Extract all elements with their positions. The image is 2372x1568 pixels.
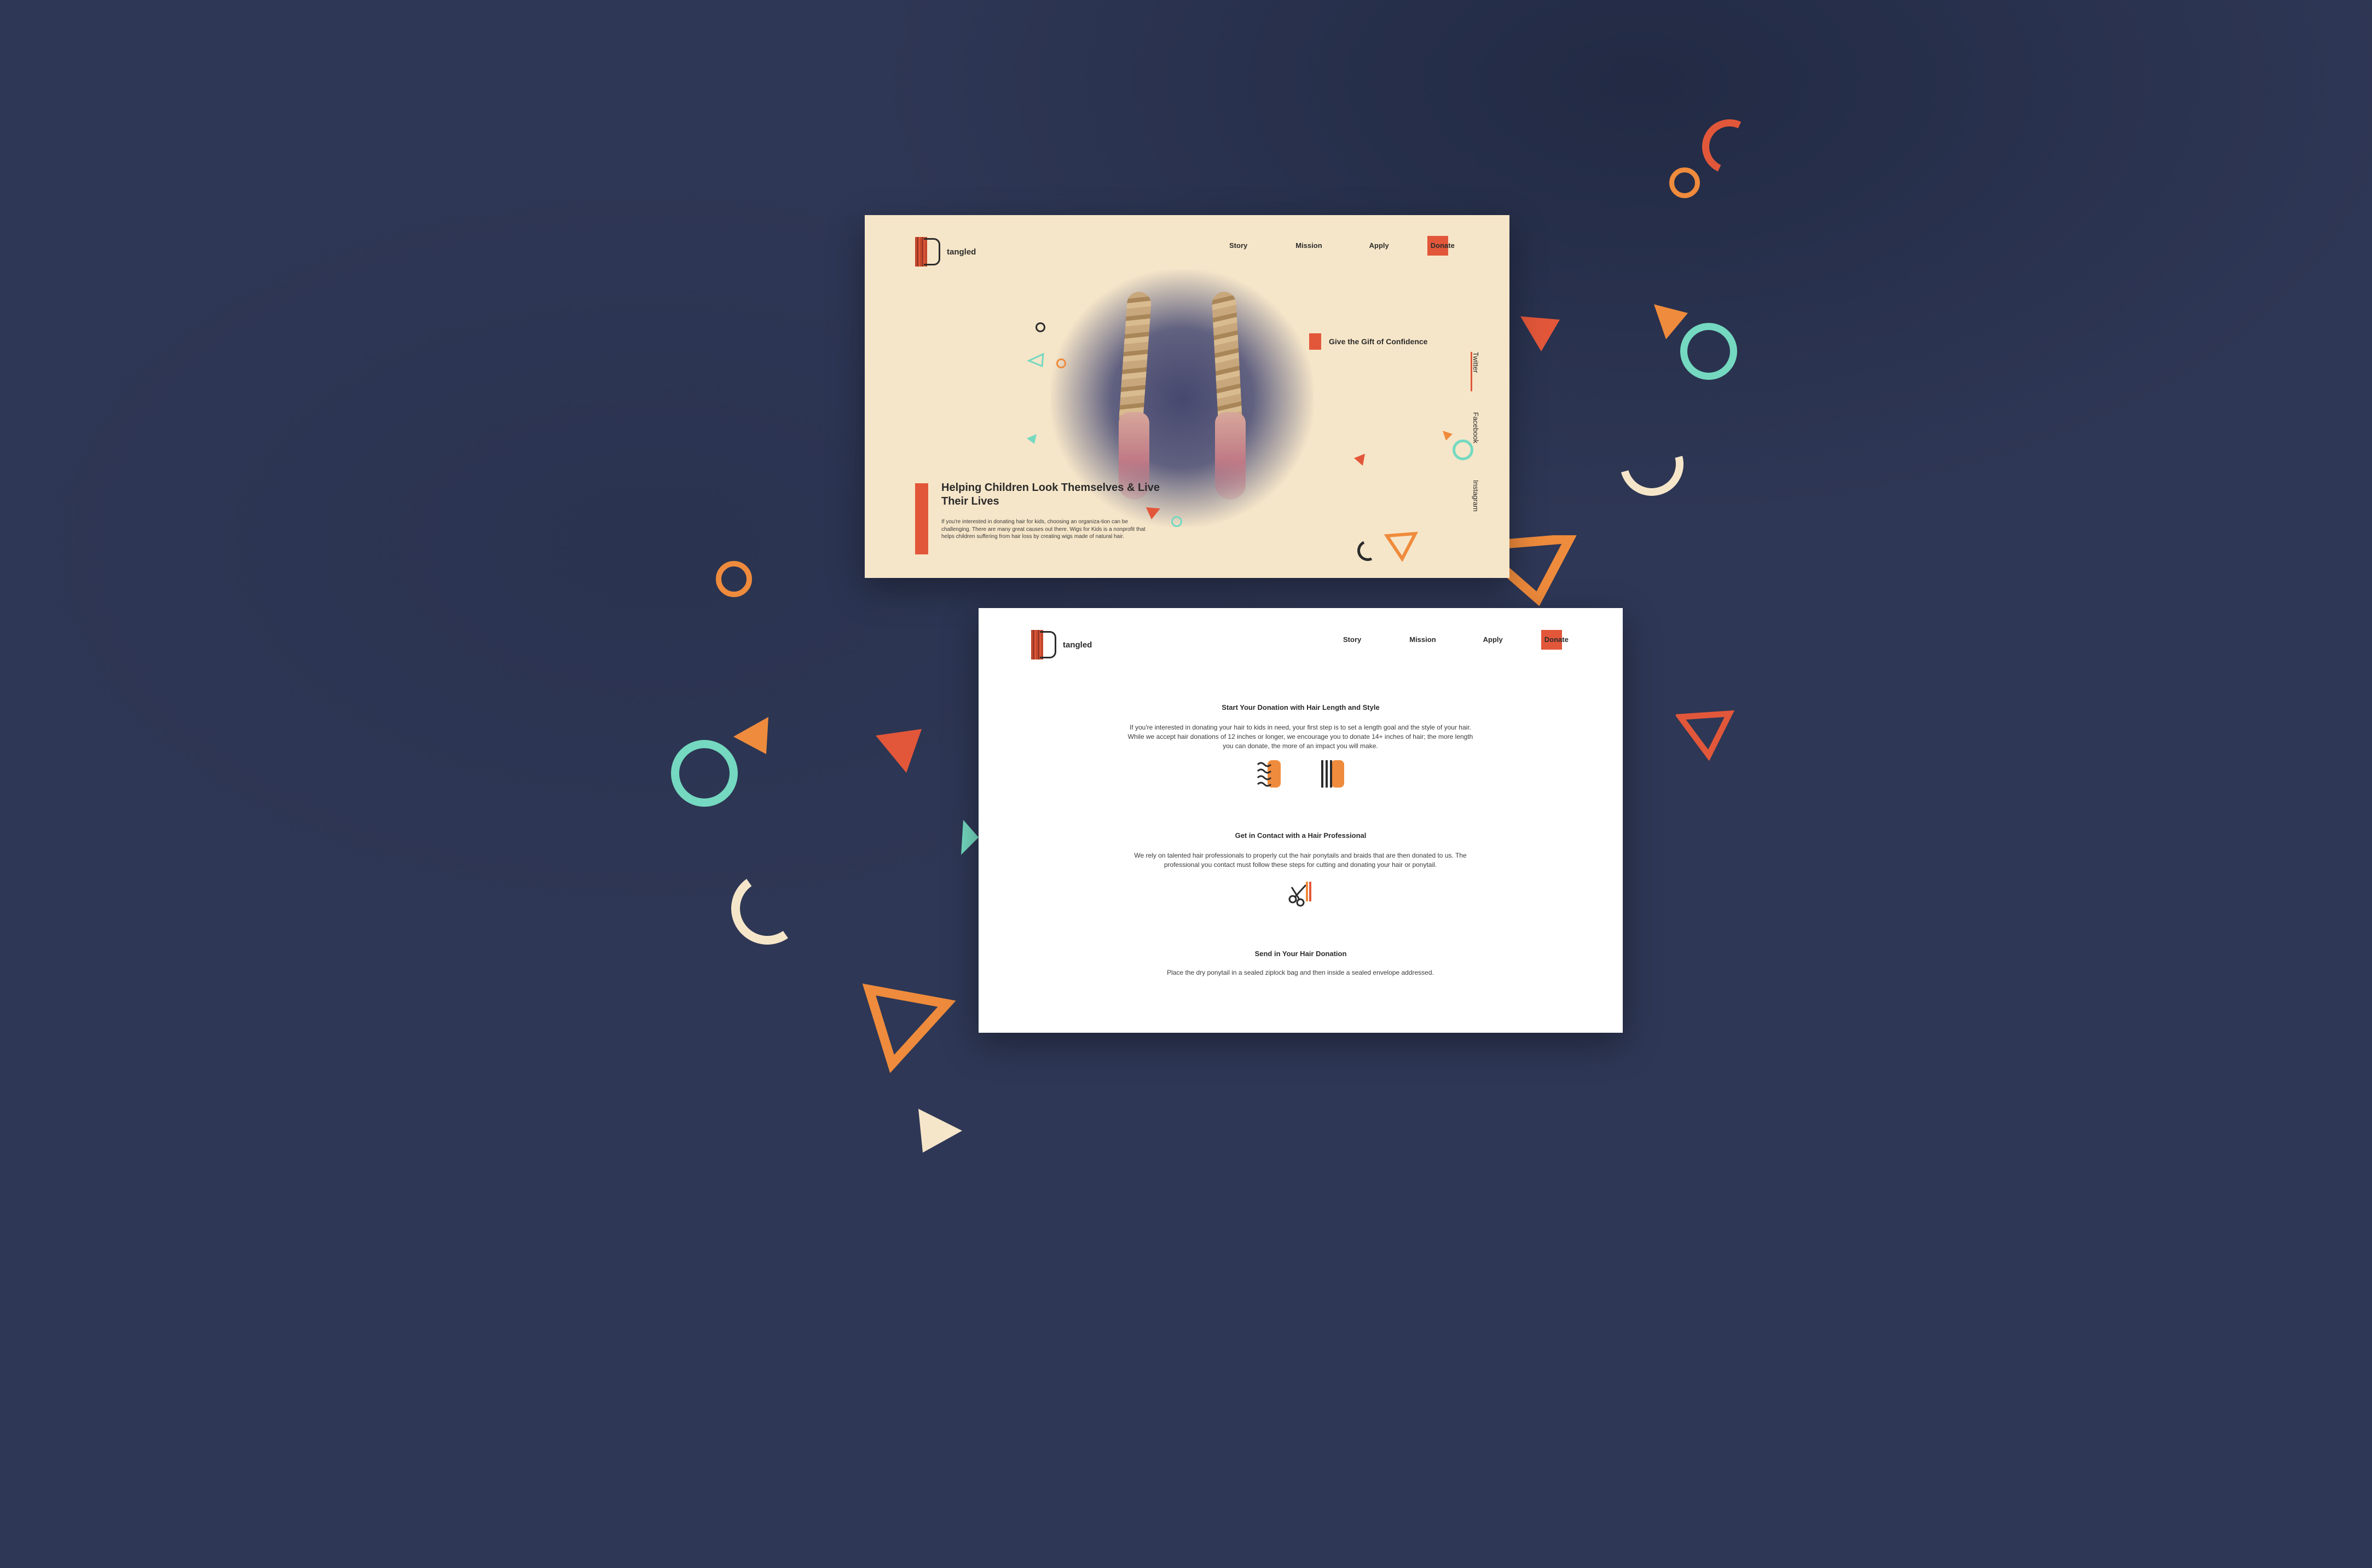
- hero-title: Helping Children Look Themselves & Live …: [941, 482, 1160, 507]
- teal-ring-decoration: [1453, 439, 1473, 460]
- orange-outline-triangle-decoration: [1384, 531, 1419, 562]
- wavy-hair-icon: [1257, 759, 1283, 790]
- tagline-accent: [1309, 333, 1321, 350]
- social-instagram-link[interactable]: Instagram: [1472, 480, 1480, 512]
- step-2-title: Get in Contact with a Hair Professional: [1235, 831, 1367, 840]
- orange-outline-triangle-decoration: [862, 983, 956, 1073]
- social-twitter-link[interactable]: Twitter: [1472, 352, 1480, 373]
- logo-icon: [915, 237, 942, 267]
- hero-body: If you're interested in donating hair fo…: [941, 519, 1145, 540]
- step-1-title: Start Your Donation with Hair Length and…: [1222, 703, 1380, 711]
- brand-name: tangled: [947, 247, 976, 257]
- teal-ring-decoration: [1171, 516, 1182, 527]
- step-3-title: Send in Your Hair Donation: [1254, 950, 1347, 958]
- orange-ring-decoration: [1056, 358, 1066, 368]
- red-triangle-decoration: [1520, 316, 1560, 351]
- main-nav: Story Mission Apply Donate: [1343, 630, 1569, 650]
- teal-triangle-decoration: [961, 820, 979, 855]
- donation-steps-mockup: tangled Story Mission Apply Donate Start…: [979, 608, 1623, 1033]
- nav-story[interactable]: Story: [1229, 241, 1247, 250]
- nav-apply[interactable]: Apply: [1369, 241, 1389, 250]
- teal-outline-triangle-decoration: [1027, 352, 1044, 368]
- nav-story[interactable]: Story: [1343, 635, 1361, 644]
- dark-arc-decoration: [1354, 537, 1381, 564]
- scissors-icon: [1287, 880, 1315, 908]
- hero-page-mockup: tangled Story Mission Apply Donate Give …: [865, 215, 1509, 578]
- hero-accent-bar: [915, 483, 928, 554]
- step-2-body: We rely on talented hair professionals t…: [1134, 852, 1467, 869]
- donate-button[interactable]: Donate: [1427, 236, 1455, 256]
- straight-hair-icon: [1320, 759, 1346, 790]
- nav-mission[interactable]: Mission: [1295, 241, 1322, 250]
- orange-ring-decoration: [716, 561, 752, 597]
- red-arc-decoration: [1694, 111, 1765, 182]
- orange-ring-decoration: [1669, 167, 1700, 198]
- nav-mission[interactable]: Mission: [1409, 635, 1436, 644]
- hero-tagline: Give the Gift of Confidence: [1309, 333, 1427, 350]
- red-triangle-decoration: [1354, 454, 1365, 466]
- teal-ring-decoration: [1680, 323, 1737, 380]
- dark-ring-decoration: [1035, 322, 1045, 332]
- red-triangle-decoration: [876, 729, 922, 773]
- cream-arc-decoration: [725, 866, 809, 951]
- brand-name: tangled: [1063, 640, 1092, 650]
- cream-triangle-decoration: [918, 1109, 962, 1153]
- orange-triangle-decoration: [733, 717, 768, 754]
- logo-icon: [1031, 630, 1058, 659]
- teal-triangle-decoration: [1027, 434, 1037, 444]
- orange-triangle-decoration: [1443, 431, 1453, 441]
- brand-logo[interactable]: tangled: [915, 237, 976, 267]
- donate-button[interactable]: Donate: [1541, 630, 1569, 650]
- main-nav: Story Mission Apply Donate: [1229, 236, 1455, 256]
- nav-apply[interactable]: Apply: [1483, 635, 1503, 644]
- step-1-body: If you're interested in donating your ha…: [1127, 724, 1473, 750]
- step-3-body: Place the dry ponytail in a sealed ziplo…: [1167, 969, 1434, 976]
- teal-ring-decoration: [671, 740, 738, 807]
- social-facebook-link[interactable]: Facebook: [1472, 412, 1480, 443]
- cream-arc-decoration: [1608, 420, 1696, 508]
- red-outline-triangle-decoration: [1676, 710, 1735, 761]
- brand-logo[interactable]: tangled: [1031, 630, 1092, 659]
